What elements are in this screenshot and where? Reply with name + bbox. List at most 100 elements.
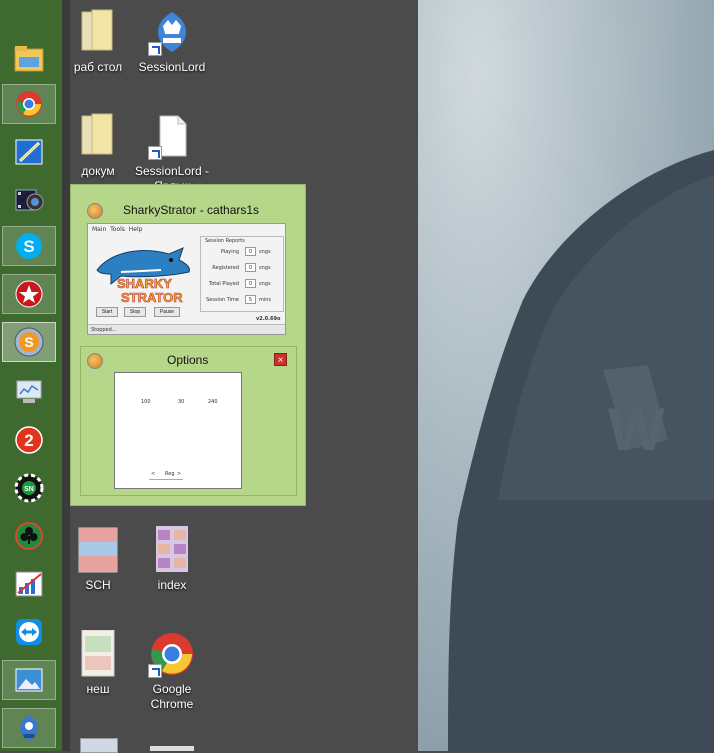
picture-icon — [15, 668, 43, 692]
pause-button[interactable]: Pause — [154, 307, 180, 317]
taskbar-button-file-explorer[interactable] — [2, 38, 56, 78]
taskbar-button-skype[interactable]: S — [2, 226, 56, 266]
taskbar-button-two[interactable]: 2 — [2, 420, 56, 460]
desktop-wallpaper: W — [418, 0, 714, 751]
playing-field: 0 — [245, 247, 256, 256]
desktop-icon-sessionlord-shortcut[interactable]: SessionLord - Ярлык — [132, 112, 212, 187]
taskbar-button-monitor[interactable] — [2, 372, 56, 412]
taskbar-button-sessionlord[interactable] — [2, 708, 56, 748]
menu-help[interactable]: Help — [129, 226, 143, 233]
menu-main[interactable]: Main — [92, 226, 106, 233]
svg-text:S: S — [23, 237, 34, 256]
folder-icon — [81, 9, 113, 51]
taskbar-button-sharkystrator[interactable]: S — [2, 322, 56, 362]
skype-icon: S — [16, 233, 42, 259]
desktop-icon-dokum[interactable]: докум — [58, 112, 138, 179]
taskbar: S S 2 SN — [0, 0, 62, 751]
thumbnail-sharkystrator-window[interactable]: Main Tools Help SHARKY STRATOR Session R… — [87, 223, 286, 335]
chrome-icon — [16, 91, 42, 117]
monitor-icon — [16, 380, 42, 403]
playing-label: Playing — [220, 249, 239, 255]
sharkystrator-logo: SHARKY STRATOR — [96, 247, 190, 305]
session-time-unit: mins — [259, 297, 272, 303]
sharkystrator-app-icon — [87, 203, 103, 219]
shortcut-arrow-icon — [148, 146, 162, 160]
desktop-icon-label: SessionLord — [138, 60, 206, 74]
shortcut-arrow-icon — [148, 664, 162, 678]
folder-icon — [81, 113, 113, 155]
options-next-button[interactable]: > — [177, 471, 181, 477]
teamviewer-icon — [16, 619, 42, 645]
wallpaper-figure-image: W — [418, 0, 714, 751]
taskbar-thumbnail-preview: SharkyStrator - cathars1s Main Tools Hel… — [70, 184, 306, 506]
file-explorer-icon — [14, 46, 44, 72]
sessionlord-icon — [20, 715, 38, 741]
club-suit-icon — [15, 522, 43, 550]
video-camera-icon — [15, 189, 44, 211]
status-bar: Stopped... — [88, 324, 285, 334]
taskbar-button-video[interactable] — [2, 180, 56, 220]
stop-button[interactable]: Stop — [124, 307, 146, 317]
spreadsheet-icon — [78, 527, 118, 573]
playing-unit: sngs — [259, 249, 271, 255]
desktop-icon-sch[interactable]: SCH — [58, 526, 138, 593]
taskbar-button-picture[interactable] — [2, 660, 56, 700]
taskbar-button-chart[interactable] — [2, 564, 56, 604]
start-button[interactable]: Start — [96, 307, 118, 317]
desktop-icon-index[interactable]: index — [132, 526, 212, 593]
poker-chip-icon: SN — [14, 473, 44, 503]
options-value-2: 30 — [178, 399, 185, 405]
desktop-icon-label: неш — [86, 682, 110, 696]
options-window-content: 100 30 240 < Reg > — [114, 372, 242, 489]
desktop-icon-label: SessionLord - — [134, 164, 210, 178]
taskbar-button-pokerstars[interactable] — [2, 274, 56, 314]
shortcut-arrow-icon — [148, 42, 162, 56]
desktop-icon-label-line2: Chrome — [150, 697, 194, 711]
sharkystrator-icon: S — [14, 327, 44, 357]
desktop-icon-label: раб стол — [73, 60, 123, 74]
taskbar-button-chrome[interactable] — [2, 84, 56, 124]
options-value-3: 240 — [208, 399, 218, 405]
desktop-icon-partial[interactable] — [150, 746, 194, 751]
session-time-label: Session Time — [206, 297, 239, 303]
svg-text:2: 2 — [24, 431, 33, 450]
desktop-icon-label: докум — [81, 164, 115, 178]
total-played-field: 0 — [245, 279, 256, 288]
taskbar-button-poker-chip[interactable]: SN — [2, 468, 56, 508]
image-grid-icon — [156, 526, 188, 572]
desktop-icon-sessionlord[interactable]: SessionLord — [132, 8, 212, 75]
logo-text-strator: STRATOR — [121, 290, 183, 305]
svg-text:SN: SN — [24, 486, 34, 493]
taskbar-button-teamviewer[interactable] — [2, 612, 56, 652]
menu-tools[interactable]: Tools — [110, 226, 125, 233]
total-played-unit: sngs — [259, 281, 271, 287]
number-two-icon: 2 — [15, 426, 43, 454]
desktop-icon-label: Google — [152, 682, 192, 696]
desktop-icon-nesh[interactable]: неш — [58, 629, 138, 697]
close-preview-button[interactable]: × — [274, 353, 287, 366]
chart-document-icon — [81, 629, 115, 677]
options-prev-button[interactable]: < — [151, 471, 155, 477]
svg-text:S: S — [24, 334, 33, 350]
taskbar-button-club[interactable] — [2, 516, 56, 556]
taskbar-button-pencil-tool[interactable] — [2, 132, 56, 172]
session-reports-panel: Session Reports Playing 0 sngs Registere… — [200, 236, 284, 312]
status-text: Stopped... — [91, 327, 117, 333]
total-played-label: Total Played — [209, 281, 239, 287]
registered-field: 0 — [245, 263, 256, 272]
pencil-tool-icon — [15, 139, 43, 165]
chart-icon — [15, 571, 43, 597]
options-value-1: 100 — [141, 399, 151, 405]
options-reg-button[interactable]: Reg — [165, 471, 175, 477]
options-app-icon — [87, 353, 103, 369]
svg-text:W: W — [608, 396, 665, 463]
desktop-icon-google-chrome[interactable]: Google Chrome — [132, 630, 212, 712]
options-title: Options — [167, 353, 209, 367]
options-divider — [149, 479, 183, 480]
session-time-field: 5 — [245, 295, 256, 304]
thumbnail-title: SharkyStrator - cathars1s — [123, 203, 260, 217]
version-label: v2.0.69o — [256, 316, 281, 322]
desktop-icon-rab-stol[interactable]: раб стол — [58, 8, 138, 75]
logo-text-sharky: SHARKY — [117, 276, 172, 291]
pokerstars-icon — [15, 280, 43, 308]
